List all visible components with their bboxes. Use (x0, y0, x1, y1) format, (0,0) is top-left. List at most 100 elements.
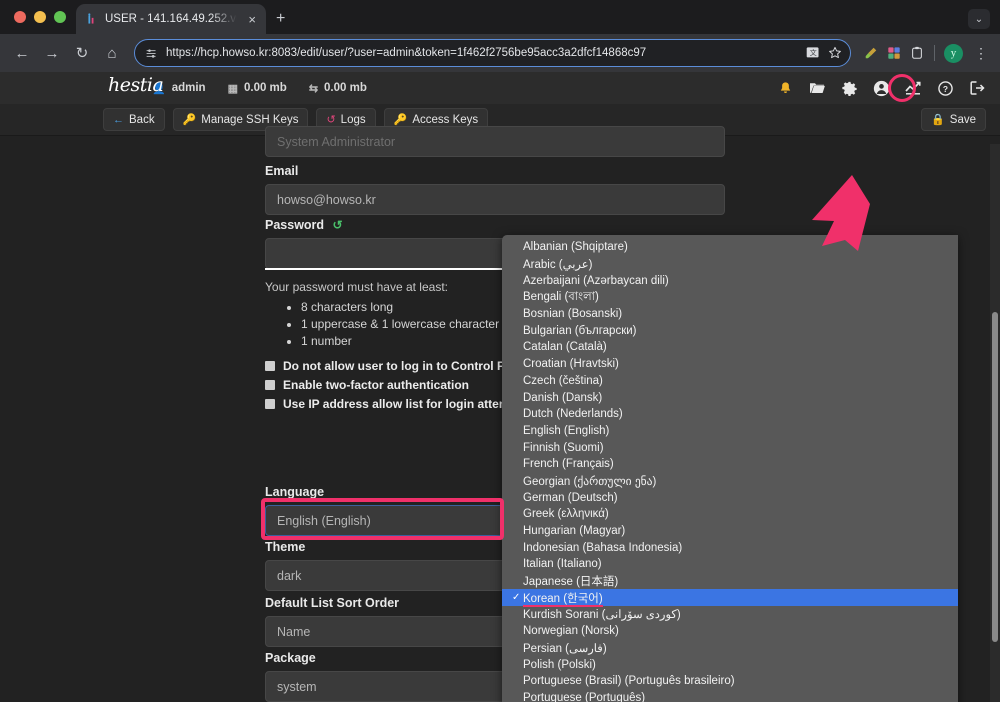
language-option[interactable]: Bengali (বাংলা) (502, 289, 958, 306)
language-option[interactable]: Bulgarian (български) (502, 322, 958, 339)
language-option[interactable]: Georgian (ქართული ენა) (502, 473, 958, 490)
browser-tab[interactable]: USER - 141.164.49.252.vultr × (76, 4, 266, 34)
maximize-window-button[interactable] (54, 11, 66, 23)
help-icon[interactable]: ? (936, 79, 954, 97)
tab-search-chevron-icon[interactable]: ⌄ (968, 9, 990, 29)
page-scrollbar-thumb[interactable] (992, 312, 998, 642)
language-option[interactable]: Bosnian (Bosanski) (502, 306, 958, 323)
language-option[interactable]: Norwegian (Norsk) (502, 623, 958, 640)
language-option[interactable]: Persian (فارسی) (502, 640, 958, 657)
ip-allowlist-checkbox[interactable] (265, 398, 275, 409)
language-option-label: Polish (Polski) (523, 658, 596, 671)
toolbar-divider (934, 45, 935, 61)
language-option[interactable]: Danish (Dansk) (502, 389, 958, 406)
language-option[interactable]: Czech (čeština) (502, 373, 958, 390)
language-option-label: Bosnian (Bosanski) (523, 308, 623, 321)
tab-title: USER - 141.164.49.252.vultr (105, 13, 241, 25)
language-option-label: Portuguese (Brasil) (Português brasileir… (523, 675, 735, 688)
site-settings-icon[interactable] (145, 47, 158, 60)
language-option[interactable]: French (Français) (502, 456, 958, 473)
reload-button[interactable]: ↻ (68, 39, 96, 67)
language-option[interactable]: ✓ Korean (한국어) (502, 589, 958, 607)
language-option[interactable]: Azerbaijani (Azərbaycan dili) (502, 272, 958, 289)
save-button[interactable]: 🔒 Save (921, 108, 986, 131)
password-label: Password ↺ (265, 218, 725, 232)
home-button[interactable]: ⌂ (98, 39, 126, 67)
language-option[interactable]: Portuguese (Brasil) (Português brasileir… (502, 673, 958, 690)
access-keys-label: Access Keys (412, 113, 479, 126)
two-factor-checkbox[interactable] (265, 379, 275, 390)
profile-avatar[interactable]: y (944, 43, 963, 63)
browser-menu-icon[interactable]: ⋮ (970, 45, 992, 62)
language-option-label: Danish (Dansk) (523, 391, 603, 404)
disallow-login-checkbox[interactable] (265, 360, 275, 371)
language-option[interactable]: Dutch (Nederlands) (502, 406, 958, 423)
statistics-icon[interactable] (904, 79, 922, 97)
language-option[interactable]: Kurdish Sorani (کوردی سۆرانی) (502, 606, 958, 623)
language-option[interactable]: Indonesian (Bahasa Indonesia) (502, 539, 958, 556)
address-bar[interactable]: https://hcp.howso.kr:8083/edit/user/?use… (134, 39, 851, 67)
language-option[interactable]: Finnish (Suomi) (502, 439, 958, 456)
user-profile-icon[interactable] (872, 79, 890, 97)
language-option[interactable]: Greek (ελληνικά) (502, 506, 958, 523)
hestia-favicon (88, 12, 94, 24)
back-button[interactable]: ← (8, 39, 36, 67)
language-option[interactable]: Japanese (日本語) (502, 573, 958, 590)
language-option[interactable]: Croatian (Hravtski) (502, 356, 958, 373)
translate-icon[interactable]: 文 (806, 46, 820, 60)
language-option[interactable]: Italian (Italiano) (502, 556, 958, 573)
language-option-label: Greek (ελληνικά) (523, 508, 609, 521)
language-option-label: Finnish (Suomi) (523, 441, 604, 454)
settings-gear-icon[interactable] (840, 79, 858, 97)
files-icon[interactable] (808, 79, 826, 97)
logout-icon[interactable] (968, 79, 986, 97)
close-window-button[interactable] (14, 11, 26, 23)
save-button-label: Save (949, 113, 976, 126)
language-option-label: Persian (فارسی) (523, 642, 607, 655)
hestia-logo[interactable]: hestia (108, 74, 164, 96)
key-icon: 🔑 (182, 114, 197, 126)
language-option-label: Azerbaijani (Azərbaycan dili) (523, 274, 669, 287)
extension-colorpick-icon[interactable] (863, 45, 879, 61)
minimize-window-button[interactable] (34, 11, 46, 23)
back-button[interactable]: ← Back (103, 108, 165, 131)
extension-puzzle-icon[interactable] (886, 45, 902, 61)
browser-tabstrip: USER - 141.164.49.252.vultr × + ⌄ (0, 0, 1000, 34)
language-option-label: Norwegian (Norsk) (523, 625, 619, 638)
generate-password-icon[interactable]: ↺ (333, 218, 343, 232)
hestia-user-stats: 👤 admin ▦ 0.00 mb ⇆ 0.00 mb (152, 82, 367, 95)
language-option-label: Italian (Italiano) (523, 558, 602, 571)
new-tab-button[interactable]: + (276, 10, 285, 28)
language-option[interactable]: Catalan (Català) (502, 339, 958, 356)
language-option[interactable]: Arabic (عربي) (502, 256, 958, 273)
language-option[interactable]: English (English) (502, 423, 958, 440)
contact-name-input[interactable]: System Administrator (265, 126, 725, 157)
language-option[interactable]: Polish (Polski) (502, 656, 958, 673)
pointer-arrow (812, 175, 870, 251)
browser-toolbar: ← → ↻ ⌂ https://hcp.howso.kr:8083/edit/u… (0, 34, 1000, 72)
back-button-label: Back (129, 113, 155, 126)
email-input[interactable]: howso@howso.kr (265, 184, 725, 215)
language-option[interactable]: German (Deutsch) (502, 489, 958, 506)
browser-window: USER - 141.164.49.252.vultr × + ⌄ ← → ↻ … (0, 0, 1000, 702)
notifications-icon[interactable] (776, 79, 794, 97)
logs-label: Logs (340, 113, 366, 126)
language-option[interactable]: Portuguese (Português) (502, 690, 958, 702)
language-option[interactable]: Hungarian (Magyar) (502, 523, 958, 540)
forward-button[interactable]: → (38, 39, 66, 67)
email-label: Email (265, 164, 299, 178)
ip-allowlist-label: Use IP address allow list for login atte… (283, 396, 528, 411)
language-option-label: Bulgarian (български) (523, 324, 637, 337)
bandwidth-icon: ⇆ (308, 82, 319, 95)
selected-check-icon: ✓ (512, 592, 521, 604)
window-controls (8, 0, 76, 34)
password-label-text: Password (265, 218, 325, 232)
close-tab-button[interactable]: × (246, 11, 258, 28)
bookmark-star-icon[interactable] (828, 46, 842, 60)
language-option-label: Albanian (Shqiptare) (523, 241, 628, 254)
email-field-group: Email howso@howso.kr (265, 164, 725, 215)
extension-clipboard-icon[interactable] (909, 45, 925, 61)
language-dropdown-list[interactable]: Albanian (Shqiptare) Arabic (عربي) Azerbai… (502, 235, 958, 702)
svg-text:文: 文 (810, 48, 817, 57)
hestia-header: hestia 👤 admin ▦ 0.00 mb ⇆ 0.00 mb ? (0, 72, 1000, 104)
